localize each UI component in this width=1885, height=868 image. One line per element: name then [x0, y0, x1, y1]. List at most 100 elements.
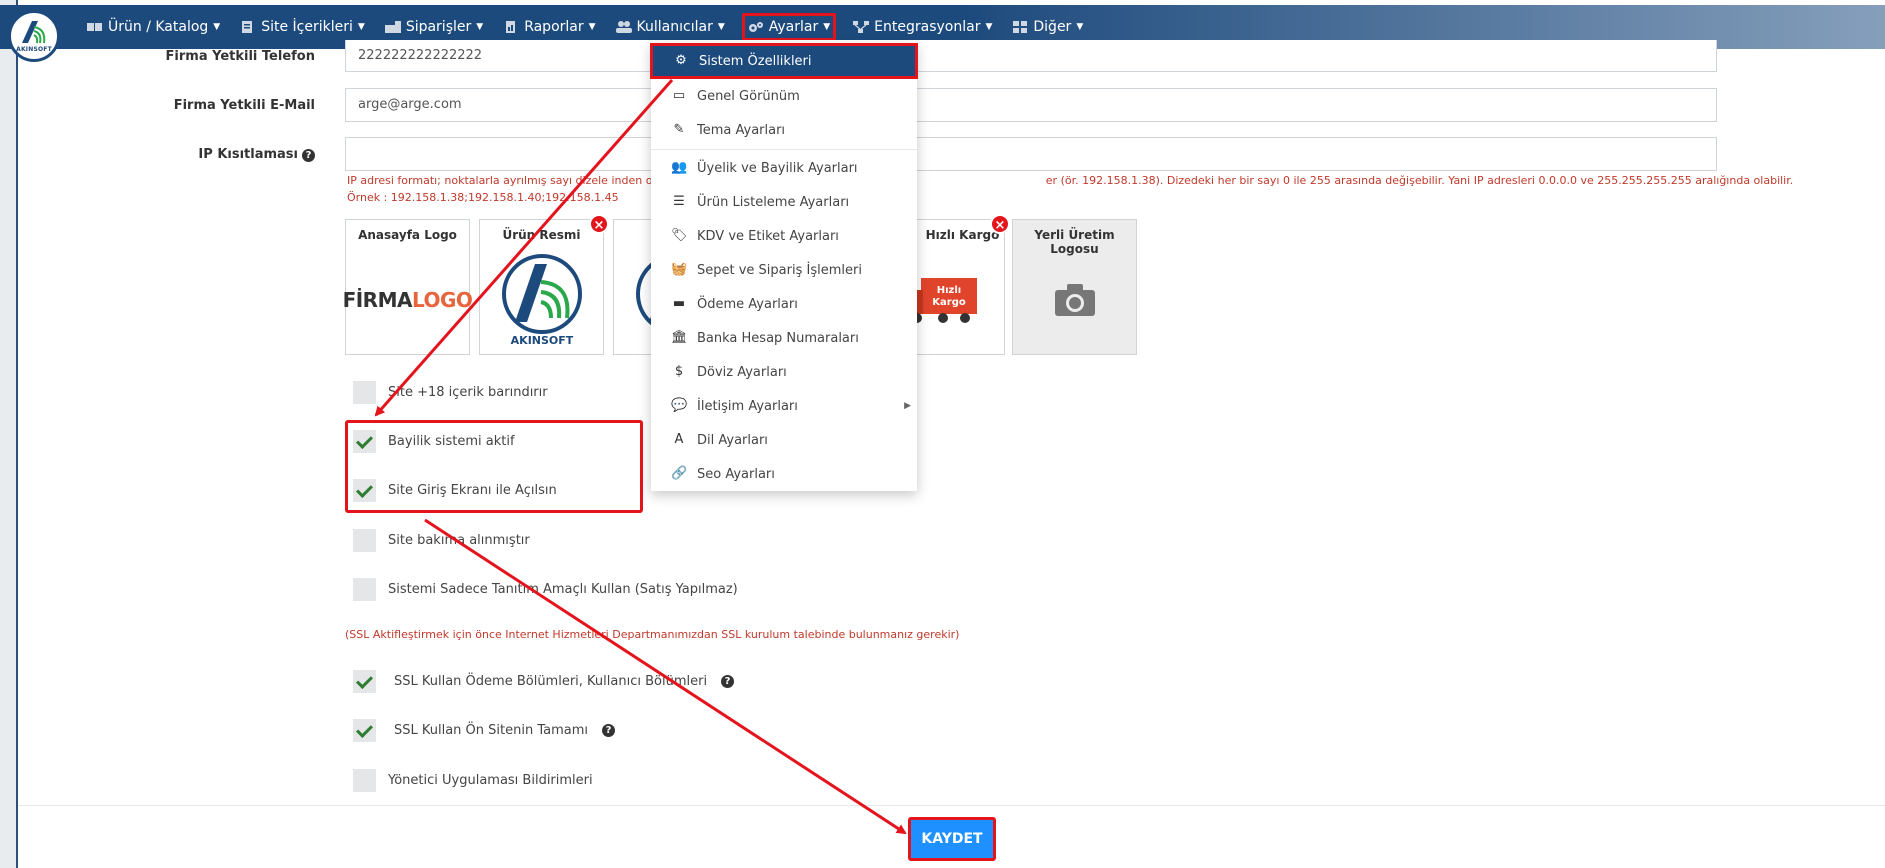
- orders-icon: [384, 21, 401, 33]
- link-icon: 🔗: [671, 466, 688, 481]
- option-site-18[interactable]: Site +18 içerik barındırır: [353, 381, 548, 404]
- option-tanitim[interactable]: Sistemi Sadece Tanıtım Amaçlı Kullan (Sa…: [353, 578, 738, 601]
- menu-label: Sepet ve Sipariş İşlemleri: [697, 262, 862, 278]
- brush-icon: ✎: [673, 122, 685, 137]
- option-ssl-odeme[interactable]: SSL Kullan Ödeme Bölümleri, Kullanıcı Bö…: [353, 670, 735, 693]
- caret-down-icon: ▼: [823, 22, 831, 32]
- nav-entegrasyonlar[interactable]: Entegrasyonlar ▼: [850, 13, 995, 41]
- menu-item-banka-hesap[interactable]: 🏛 Banka Hesap Numaraları: [651, 321, 917, 355]
- akinsoft-logo-icon: AKINSOFT: [501, 254, 582, 347]
- ip-input[interactable]: [345, 137, 1717, 171]
- caret-down-icon: ▼: [717, 22, 725, 32]
- menu-label: KDV ve Etiket Ayarları: [697, 228, 839, 244]
- content-icon: [242, 21, 253, 33]
- users-icon: 👥: [671, 160, 688, 175]
- help-icon[interactable]: ?: [602, 724, 616, 737]
- dollar-icon: $: [674, 364, 684, 379]
- menu-label: Ödeme Ayarları: [697, 296, 798, 312]
- ip-format-note: IP adresi formatı; noktalarla ayrılmış s…: [347, 172, 1793, 206]
- image-card-yerli-uretim[interactable]: Yerli Üretim Logosu: [1012, 219, 1137, 355]
- ayarlar-dropdown: ⚙ Sistem Özellikleri ▭ Genel Görünüm ✎ T…: [650, 43, 918, 491]
- left-edge-strip: [0, 0, 18, 868]
- menu-label: Üyelik ve Bayilik Ayarları: [697, 160, 858, 176]
- menu-item-dil[interactable]: A Dil Ayarları: [651, 423, 917, 457]
- bank-icon: 🏛: [671, 330, 688, 345]
- caret-down-icon: ▼: [213, 22, 221, 32]
- menu-item-iletisim[interactable]: 💬 İletişim Ayarları ▶: [651, 389, 917, 423]
- option-yonetici-bildirim[interactable]: Yönetici Uygulaması Bildirimleri: [353, 769, 593, 792]
- image-card-anasayfa-logo[interactable]: Anasayfa Logo FİRMALOGO: [343, 219, 473, 355]
- option-ssl-on-site[interactable]: SSL Kullan Ön Sitenin Tamamı ?: [353, 719, 616, 742]
- nav-siparisler[interactable]: Siparişler ▼: [382, 13, 486, 41]
- option-label: Sistemi Sadece Tanıtım Amaçlı Kullan (Sa…: [388, 582, 738, 597]
- option-label: SSL Kullan Ön Sitenin Tamamı: [394, 723, 589, 738]
- delete-image-button[interactable]: ×: [990, 214, 1010, 234]
- grid-icon: [1013, 21, 1028, 33]
- help-icon[interactable]: ?: [302, 149, 315, 162]
- sitemap-icon: [853, 21, 870, 33]
- nav-label: Kullanıcılar: [636, 19, 713, 35]
- akinsoft-logo[interactable]: AKINSOFT: [8, 10, 60, 62]
- checkbox-checked[interactable]: [353, 670, 376, 693]
- basket-icon: 🧺: [671, 262, 688, 277]
- menu-label: Tema Ayarları: [697, 122, 786, 138]
- help-icon[interactable]: ?: [721, 675, 735, 688]
- menu-label: Ürün Listeleme Ayarları: [697, 194, 850, 210]
- nav-label: Raporlar: [524, 19, 584, 35]
- nav-label: Entegrasyonlar: [874, 19, 981, 35]
- checkbox[interactable]: [353, 769, 376, 792]
- email-label: Firma Yetkili E-Mail: [173, 98, 315, 113]
- checkbox-checked[interactable]: [353, 719, 376, 742]
- option-site-bakim[interactable]: Site bakıma alınmıştır: [353, 529, 530, 552]
- save-button[interactable]: KAYDET: [908, 817, 996, 861]
- caret-down-icon: ▼: [476, 22, 484, 32]
- option-label: Site bakıma alınmıştır: [388, 533, 530, 548]
- menu-separator: [651, 149, 917, 150]
- reports-icon: [506, 21, 516, 33]
- menu-item-kdv-etiket[interactable]: 🏷 KDV ve Etiket Ayarları: [651, 219, 917, 253]
- credit-card-icon: ▬: [672, 296, 686, 311]
- ip-label-wrap: IP Kısıtlaması?: [198, 147, 315, 162]
- caret-down-icon: ▼: [985, 22, 993, 32]
- menu-label: Seo Ayarları: [697, 466, 775, 482]
- nav-raporlar[interactable]: Raporlar ▼: [500, 13, 598, 41]
- users-icon: [615, 21, 632, 33]
- nav-label: Site İçerikleri: [261, 19, 353, 35]
- nav-site-icerikleri[interactable]: Site İçerikleri ▼: [237, 13, 368, 41]
- phone-input[interactable]: 222222222222222: [345, 40, 1717, 72]
- caret-down-icon: ▼: [1076, 22, 1084, 32]
- menu-label: Döviz Ayarları: [697, 364, 787, 380]
- kargo-text-1: Hızlı: [936, 285, 960, 296]
- ssl-note: (SSL Aktifleştirmek için önce Internet H…: [345, 628, 960, 641]
- comments-icon: 💬: [671, 398, 688, 413]
- caret-down-icon: ▼: [357, 22, 365, 32]
- menu-label: Banka Hesap Numaraları: [697, 330, 859, 346]
- menu-item-doviz[interactable]: $ Döviz Ayarları: [651, 355, 917, 389]
- nav-diger[interactable]: Diğer ▼: [1009, 13, 1086, 41]
- menu-item-sepet-siparis[interactable]: 🧺 Sepet ve Sipariş İşlemleri: [651, 253, 917, 287]
- image-card-urun-resmi[interactable]: Ürün Resmi AKINSOFT ×: [479, 214, 609, 355]
- menu-item-tema-ayarlari[interactable]: ✎ Tema Ayarları: [651, 113, 917, 147]
- delete-image-button[interactable]: ×: [589, 214, 609, 234]
- menu-item-genel-gorunum[interactable]: ▭ Genel Görünüm: [651, 79, 917, 113]
- menu-item-uyelik-bayilik[interactable]: 👥 Üyelik ve Bayilik Ayarları: [651, 151, 917, 185]
- submenu-arrow-icon: ▶: [904, 401, 911, 411]
- nav-kullanicilar[interactable]: Kullanıcılar ▼: [613, 13, 728, 41]
- checkbox[interactable]: [353, 529, 376, 552]
- nav-label: Siparişler: [405, 19, 472, 35]
- nav-ayarlar[interactable]: Ayarlar ▼: [741, 13, 837, 41]
- monitor-icon: ▭: [672, 88, 686, 103]
- nav-urun-katalog[interactable]: Ürün / Katalog ▼: [84, 13, 223, 41]
- menu-item-sistem-ozellikleri[interactable]: ⚙ Sistem Özellikleri: [650, 43, 918, 79]
- checkbox[interactable]: [353, 381, 376, 404]
- menu-item-urun-listeleme[interactable]: ☰ Ürün Listeleme Ayarları: [651, 185, 917, 219]
- menu-item-odeme[interactable]: ▬ Ödeme Ayarları: [651, 287, 917, 321]
- logo-text: AKINSOFT: [16, 46, 52, 53]
- checkbox[interactable]: [353, 578, 376, 601]
- kargo-text-2: Kargo: [932, 297, 966, 308]
- menu-item-seo[interactable]: 🔗 Seo Ayarları: [651, 457, 917, 491]
- catalog-icon: [87, 23, 102, 31]
- gears-icon: ⚙: [675, 53, 687, 68]
- nav-label: Ürün / Katalog: [108, 19, 209, 35]
- email-input[interactable]: arge@arge.com: [345, 88, 1717, 122]
